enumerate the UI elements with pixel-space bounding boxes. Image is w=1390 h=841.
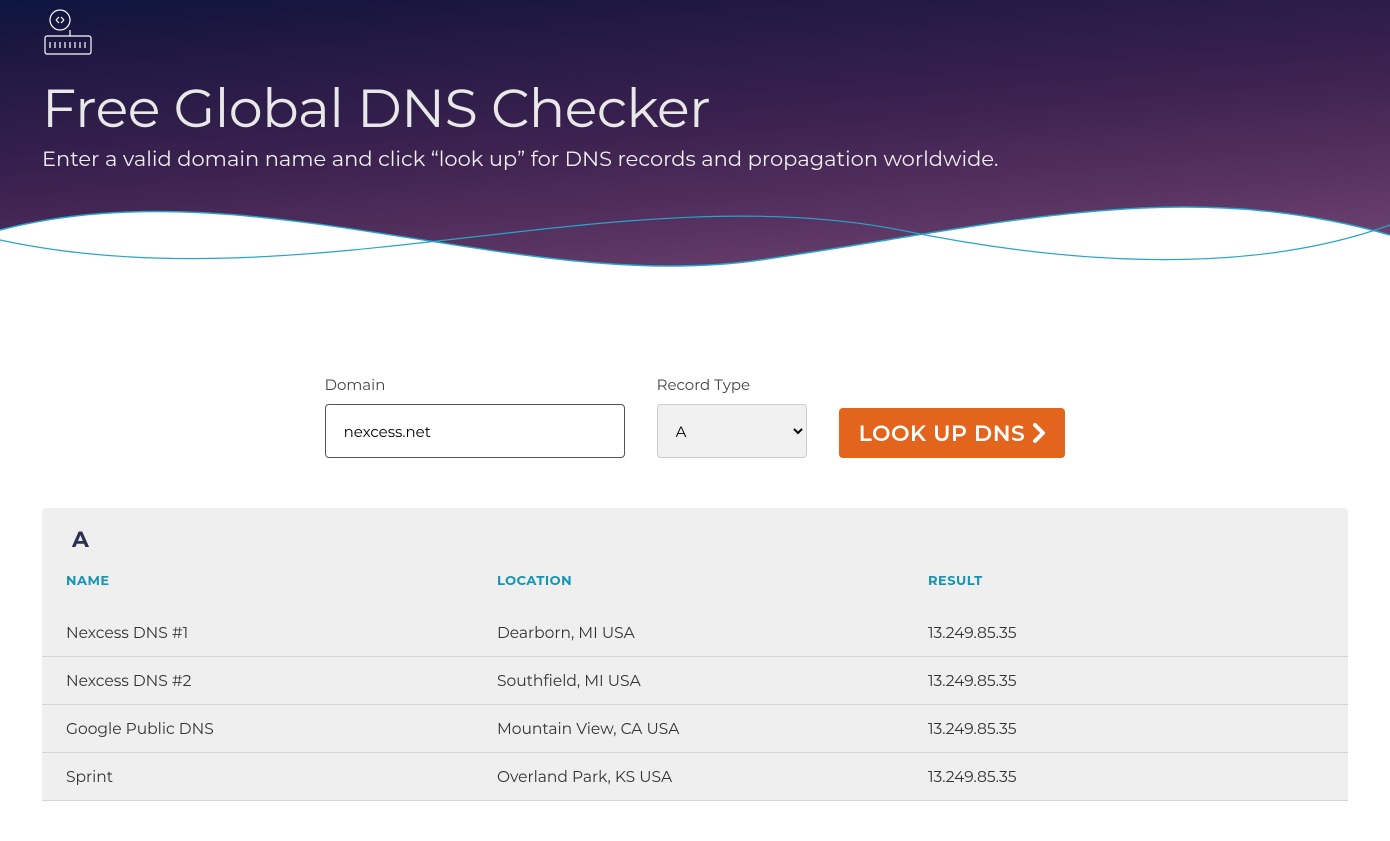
column-header-result: RESULT: [904, 563, 1348, 609]
lookup-button[interactable]: LOOK UP DNS: [839, 408, 1066, 458]
cell-name: Nexcess DNS #2: [42, 657, 473, 705]
lookup-form: Domain Record Type A LOOK UP DNS: [0, 305, 1390, 508]
page-title: Free Global DNS Checker: [42, 75, 1348, 141]
cell-location: Mountain View, CA USA: [473, 705, 904, 753]
lookup-button-label: LOOK UP DNS: [859, 420, 1026, 447]
results-section: A NAME LOCATION RESULT Nexcess DNS #1Dea…: [0, 508, 1390, 841]
cell-location: Southfield, MI USA: [473, 657, 904, 705]
hero-banner: Free Global DNS Checker Enter a valid do…: [0, 0, 1390, 305]
cell-location: Overland Park, KS USA: [473, 753, 904, 801]
domain-input[interactable]: [325, 404, 625, 458]
table-row: SprintOverland Park, KS USA13.249.85.35: [42, 753, 1348, 801]
table-row: Google Public DNSMountain View, CA USA13…: [42, 705, 1348, 753]
domain-field-wrap: Domain: [325, 375, 625, 458]
cell-result: 13.249.85.35: [904, 609, 1348, 657]
cell-result: 13.249.85.35: [904, 705, 1348, 753]
column-header-name: NAME: [42, 563, 473, 609]
cell-location: Dearborn, MI USA: [473, 609, 904, 657]
cell-name: Google Public DNS: [42, 705, 473, 753]
logo-icon: [42, 6, 1348, 63]
cell-name: Nexcess DNS #1: [42, 609, 473, 657]
domain-label: Domain: [325, 375, 625, 394]
table-row: Nexcess DNS #1Dearborn, MI USA13.249.85.…: [42, 609, 1348, 657]
results-record-type: A: [42, 508, 1348, 563]
page-subtitle: Enter a valid domain name and click “loo…: [42, 147, 1348, 172]
table-row: Nexcess DNS #2Southfield, MI USA13.249.8…: [42, 657, 1348, 705]
record-type-label: Record Type: [657, 375, 807, 394]
record-type-select[interactable]: A: [657, 404, 807, 458]
chevron-right-icon: [1031, 422, 1047, 444]
column-header-location: LOCATION: [473, 563, 904, 609]
cell-result: 13.249.85.35: [904, 753, 1348, 801]
cell-result: 13.249.85.35: [904, 657, 1348, 705]
wave-decoration: [0, 175, 1390, 305]
cell-name: Sprint: [42, 753, 473, 801]
record-type-field-wrap: Record Type A: [657, 375, 807, 458]
results-table: NAME LOCATION RESULT Nexcess DNS #1Dearb…: [42, 563, 1348, 801]
